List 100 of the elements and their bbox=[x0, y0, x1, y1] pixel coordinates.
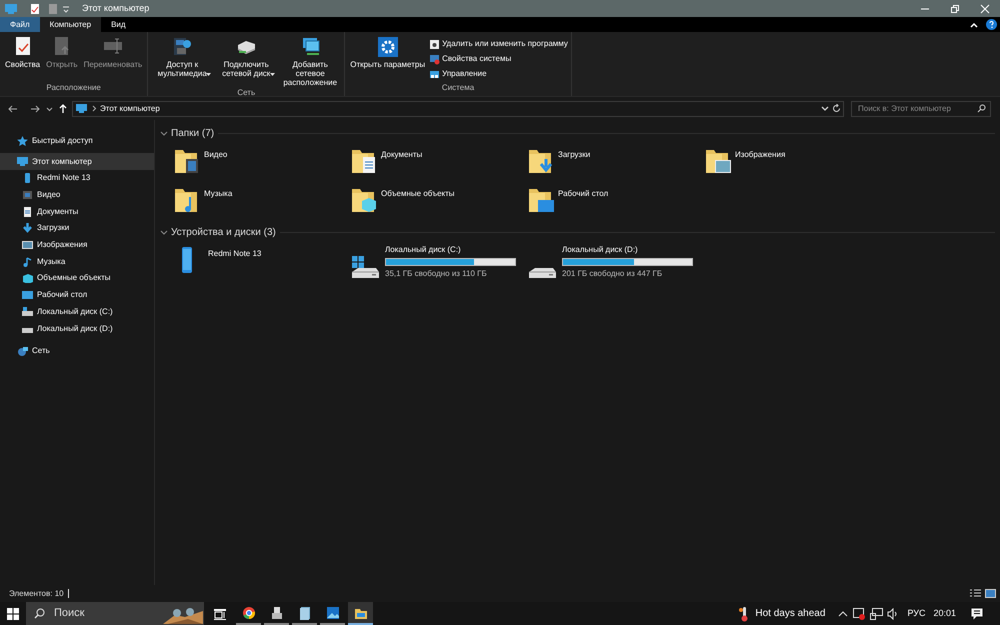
pictures-folder-icon bbox=[705, 147, 731, 175]
section-header: Папки (7) bbox=[171, 127, 214, 141]
sidebar-item[interactable]: Видео bbox=[0, 186, 154, 204]
documents-folder-icon bbox=[351, 147, 377, 175]
back-icon[interactable] bbox=[8, 104, 18, 114]
task-view-icon[interactable] bbox=[214, 608, 226, 620]
drive-item[interactable]: Локальный диск (C:) 35,1 ГБ свободно из 110 ГБ bbox=[351, 244, 528, 282]
group-label: Система bbox=[440, 82, 476, 94]
address-path: Этот компьютер bbox=[100, 102, 160, 114]
chevron-up-icon[interactable] bbox=[838, 610, 848, 618]
folder-item[interactable]: Музыка bbox=[174, 184, 351, 223]
ribbon-button[interactable]: Удалить или изменить программу bbox=[429, 38, 568, 50]
folder-item[interactable]: Загрузки bbox=[528, 145, 705, 184]
folder-item[interactable]: Документы bbox=[351, 145, 528, 184]
language-indicator[interactable]: РУС bbox=[907, 606, 926, 620]
folder-item[interactable]: Видео bbox=[174, 145, 351, 184]
photos-icon[interactable] bbox=[326, 606, 340, 620]
video-icon bbox=[22, 190, 33, 200]
usb-icon[interactable] bbox=[270, 606, 284, 620]
drive-icon bbox=[352, 268, 380, 279]
forward-icon[interactable] bbox=[30, 104, 40, 114]
dropdown-icon[interactable] bbox=[821, 106, 829, 112]
properties-icon[interactable] bbox=[30, 2, 40, 14]
desktop-folder-icon bbox=[528, 186, 554, 214]
sidebar-item[interactable]: Быстрый доступ bbox=[0, 132, 154, 149]
tiles-view-icon[interactable] bbox=[985, 589, 996, 598]
document-icon bbox=[22, 206, 33, 217]
window-title: Этот компьютер bbox=[82, 2, 150, 15]
drive-name: Локальный диск (D:) bbox=[562, 244, 639, 256]
item-count: Элементов: 10 bbox=[9, 588, 64, 600]
volume-icon[interactable] bbox=[887, 608, 900, 620]
details-view-icon[interactable] bbox=[970, 589, 981, 598]
clock-time[interactable]: 20:01 bbox=[933, 606, 956, 620]
file-tab[interactable]: Файл bbox=[0, 17, 40, 32]
ribbon-button[interactable]: Подключить сетевой диск bbox=[215, 36, 278, 87]
up-icon[interactable] bbox=[58, 104, 68, 114]
download-icon bbox=[22, 223, 33, 234]
search-icon bbox=[34, 608, 45, 619]
recent-icon[interactable] bbox=[46, 106, 53, 112]
sidebar-item[interactable]: Музыка bbox=[0, 253, 154, 270]
restore-icon[interactable] bbox=[950, 4, 960, 14]
sidebar-item[interactable]: Рабочий стол bbox=[0, 286, 154, 304]
free-space-text: 35,1 ГБ свободно из 110 ГБ bbox=[385, 268, 488, 280]
ribbon-tab[interactable]: Вид bbox=[101, 17, 136, 32]
ribbon-button[interactable]: Свойства системы bbox=[429, 53, 568, 65]
browser-icon[interactable] bbox=[242, 606, 256, 620]
notifications-icon[interactable] bbox=[971, 608, 983, 620]
drive-icon bbox=[22, 306, 33, 317]
sidebar-item[interactable]: Локальный диск (C:) bbox=[0, 304, 154, 320]
folder-item[interactable]: Рабочий стол bbox=[528, 184, 705, 223]
sidebar-item[interactable]: Сеть bbox=[0, 342, 154, 360]
network-icon bbox=[17, 346, 28, 356]
phone-icon bbox=[22, 173, 33, 184]
objects-folder-icon bbox=[351, 186, 377, 214]
notepad-icon[interactable] bbox=[298, 606, 312, 620]
free-space-text: 201 ГБ свободно из 447 ГБ bbox=[562, 268, 664, 280]
video-folder-icon bbox=[174, 147, 200, 175]
sidebar-item[interactable]: Redmi Note 13 bbox=[0, 170, 154, 187]
folder-item[interactable]: Объемные объекты bbox=[351, 184, 528, 223]
search-field[interactable]: Поиск в: Этот компьютер bbox=[851, 100, 991, 116]
desktop-icon bbox=[22, 290, 33, 300]
sidebar-item[interactable]: Этот компьютер bbox=[0, 153, 154, 170]
computer-icon bbox=[17, 156, 28, 166]
search-icon bbox=[977, 104, 986, 113]
help-icon[interactable] bbox=[986, 19, 997, 30]
search-input[interactable]: Поиск в: Этот компьютер bbox=[852, 102, 970, 114]
close-icon[interactable] bbox=[980, 4, 990, 14]
sidebar-item[interactable]: Изображения bbox=[0, 236, 154, 254]
device-item[interactable]: Redmi Note 13 bbox=[174, 244, 351, 282]
phone-icon bbox=[180, 246, 194, 274]
computer-icon bbox=[75, 103, 88, 114]
ribbon-button[interactable]: Доступ к мультимедиа bbox=[151, 36, 214, 87]
sidebar-item[interactable]: Документы bbox=[0, 203, 154, 220]
address-bar[interactable]: Этот компьютер bbox=[72, 100, 844, 116]
sidebar-item[interactable]: Загрузки bbox=[0, 220, 154, 237]
weather-text[interactable]: Hot days ahead bbox=[755, 606, 826, 621]
computer-icon bbox=[4, 2, 18, 14]
ribbon-button[interactable]: Управление bbox=[429, 68, 568, 80]
picture-icon bbox=[22, 240, 33, 250]
ribbon-button[interactable]: Открыть параметры bbox=[348, 36, 428, 82]
taskbar-search[interactable]: Поиск bbox=[26, 602, 204, 625]
thermometer-icon[interactable] bbox=[738, 606, 748, 622]
refresh-icon[interactable] bbox=[832, 104, 841, 113]
ribbon-button[interactable]: Свойства bbox=[3, 36, 42, 82]
chevron-icon bbox=[91, 105, 97, 112]
group-label: Расположение bbox=[45, 82, 102, 94]
ribbon-tab[interactable]: Компьютер bbox=[40, 17, 102, 32]
ribbon-button[interactable]: Добавить сетевое расположение bbox=[279, 36, 342, 87]
cube-icon bbox=[22, 273, 33, 284]
drive-name: Локальный диск (C:) bbox=[385, 244, 462, 256]
windows-icon[interactable] bbox=[7, 608, 19, 620]
search-input[interactable]: Поиск bbox=[54, 605, 154, 622]
drive-item[interactable]: Локальный диск (D:) 201 ГБ свободно из 447 ГБ bbox=[528, 244, 705, 282]
sidebar-item[interactable]: Объемные объекты bbox=[0, 270, 154, 287]
music-folder-icon bbox=[174, 186, 200, 214]
star-icon bbox=[17, 136, 28, 146]
sidebar-item[interactable]: Локальный диск (D:) bbox=[0, 320, 154, 337]
section-header: Устройства и диски (3) bbox=[171, 226, 276, 240]
folder-item[interactable]: Изображения bbox=[705, 145, 882, 184]
network-icon[interactable] bbox=[870, 608, 884, 620]
